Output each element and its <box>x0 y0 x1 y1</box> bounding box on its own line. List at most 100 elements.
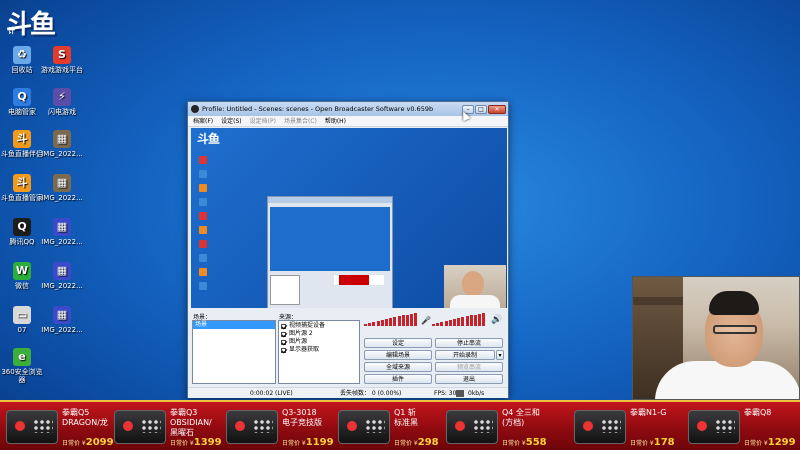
arcade-stick-icon <box>226 410 278 444</box>
desktop-volume-meter[interactable] <box>432 312 488 326</box>
volume-bar <box>453 319 456 326</box>
fps-readout: FPS: 30 <box>434 390 457 397</box>
product-ad: 拳霸N1-G 日常价 ¥178 <box>572 402 682 450</box>
menu-settings[interactable]: 设定(S) <box>221 116 242 126</box>
plugins-button[interactable]: 插件 <box>364 374 432 384</box>
product-ad: Q3-3018 电子竞技版 日常价 ¥1199 <box>224 402 334 450</box>
desktop-icon-label: 回收站 <box>11 66 33 74</box>
settings-button[interactable]: 设定 <box>364 338 432 348</box>
product-name: Q3-3018 电子竞技版 <box>282 408 322 427</box>
desktop-icon[interactable]: ▦ IMG_2022... <box>38 130 86 170</box>
desktop-icon[interactable]: ▦ IMG_2022... <box>38 174 86 214</box>
source-item[interactable]: 显示器获取 <box>281 346 357 354</box>
volume-bar <box>389 318 393 326</box>
scene-item[interactable]: 场景 <box>193 321 275 329</box>
checkbox-icon[interactable] <box>281 323 286 329</box>
image-file-icon: ▦ <box>53 174 71 192</box>
microphone-icon[interactable]: 🎤 <box>421 316 431 326</box>
image-file-icon: ▦ <box>53 306 71 324</box>
desktop-icon-label: 腾讯QQ <box>9 238 35 246</box>
product-name: 拳霸Q8 <box>744 408 772 417</box>
desktop-icon-label: 闪电游戏 <box>48 108 76 116</box>
dropped-frames: 丢失帧数： 0 (0.00%) <box>340 390 402 397</box>
desktop-icon-label: 微信 <box>15 282 29 290</box>
desktop-icon-label: 斗鱼直播管家 <box>1 194 43 202</box>
arcade-stick-icon <box>446 410 498 444</box>
douyu-logo: 斗鱼 计 <box>6 4 86 40</box>
product-price: 日常价 ¥178 <box>630 437 675 448</box>
volume-bar <box>368 323 372 326</box>
qq-icon: Q <box>13 218 31 236</box>
menu-scene-collection[interactable]: 场景集合(C) <box>284 116 317 126</box>
volume-bar <box>376 321 380 326</box>
speaker-icon[interactable]: 🔊 <box>491 315 502 325</box>
product-price: 日常价 ¥2099 <box>62 437 114 448</box>
source-list[interactable]: 视频捕捉设备 图片源 2 图片源 显示器获取 <box>278 320 360 384</box>
maximize-icon[interactable]: □ <box>475 104 487 114</box>
source-item[interactable]: 图片源 2 <box>281 330 357 338</box>
start-recording-button[interactable]: 开始录制 <box>435 350 495 360</box>
volume-bar <box>440 322 444 326</box>
product-name: 拳霸N1-G <box>630 408 667 417</box>
arcade-stick-icon <box>574 410 626 444</box>
desktop-icon-label: 07 <box>17 326 27 334</box>
menu-profiles[interactable]: 设定档(P) <box>250 116 276 126</box>
product-price: 日常价 ¥1399 <box>170 437 222 448</box>
preview-desktop-icons <box>197 156 227 296</box>
volume-bar <box>444 321 448 326</box>
obs-title: Profile: Untitled - Scenes: scenes - Ope… <box>202 105 434 113</box>
stream-status-indicator <box>456 390 464 397</box>
desktop-icon-label: IMG_2022... <box>41 326 83 334</box>
webcam-overlay <box>632 276 800 400</box>
desktop-icon-label: IMG_2022... <box>41 238 83 246</box>
product-price: 日常价 ¥1299 <box>744 437 796 448</box>
arcade-stick-icon <box>338 410 390 444</box>
product-ad: 拳霸Q8 日常价 ¥1299 <box>686 402 796 450</box>
image-file-icon: ▦ <box>53 130 71 148</box>
pc-manager-icon: Q <box>13 88 31 106</box>
volume-bar <box>465 316 469 326</box>
checkbox-icon[interactable] <box>281 339 286 345</box>
browser-360-icon: e <box>13 348 31 366</box>
edit-scene-button[interactable]: 编辑场景 <box>364 350 432 360</box>
preview-stream-button[interactable]: 预览串流 <box>435 362 503 372</box>
obs-window[interactable]: Profile: Untitled - Scenes: scenes - Ope… <box>187 101 509 398</box>
desktop-icon[interactable]: e 360安全浏览器 <box>0 348 46 388</box>
menu-help[interactable]: 帮助(H) <box>325 116 346 126</box>
volume-bar <box>461 317 465 326</box>
desktop-icon[interactable]: ⚡ 闪电游戏 <box>38 88 86 128</box>
scene-list[interactable]: 场景 <box>192 320 276 384</box>
desktop-icon-label: 360安全浏览器 <box>1 368 43 384</box>
mic-volume-meter[interactable] <box>364 312 420 326</box>
product-name: 拳霸Q5 DRAGON/龙 <box>62 408 108 427</box>
stop-stream-button[interactable]: 停止串流 <box>435 338 503 348</box>
volume-bar <box>474 314 477 326</box>
desktop-icon[interactable]: ▦ IMG_2022... <box>38 262 86 302</box>
product-ad: Q1 斩 标准黑 日常价 ¥298 <box>336 402 446 450</box>
checkbox-icon[interactable] <box>281 331 286 337</box>
global-sources-button[interactable]: 全域来源 <box>364 362 432 372</box>
volume-bar <box>364 324 367 326</box>
source-item[interactable]: 视频捕捉设备 <box>281 322 357 330</box>
obs-menubar: 档案(F) 设定(S) 设定档(P) 场景集合(C) 帮助(H) <box>188 116 508 127</box>
status-bar: 0:00:02 (LIVE) 丢失帧数： 0 (0.00%) FPS: 30 0… <box>188 387 508 398</box>
desktop-icon-label: 电脑管家 <box>8 108 36 116</box>
desktop-icon-label: 游戏游戏平台 <box>41 66 83 74</box>
desktop-icon[interactable]: S 游戏游戏平台 <box>38 46 86 86</box>
product-ad-strip: 拳霸Q5 DRAGON/龙日常价 ¥2099 拳霸Q3 OBSIDIAN/ 黑曜石… <box>0 400 800 450</box>
preview-webcam <box>444 265 506 308</box>
bitrate-readout: 0kb/s <box>468 390 485 397</box>
source-item[interactable]: 图片源 <box>281 338 357 346</box>
douyu-manager-icon: 斗 <box>13 174 31 192</box>
volume-bar <box>393 317 397 326</box>
volume-bar <box>380 320 384 326</box>
desktop-icon[interactable]: ▦ IMG_2022... <box>38 218 86 258</box>
desktop-icon[interactable]: ▦ IMG_2022... <box>38 306 86 346</box>
image-file-icon: ▦ <box>53 218 71 236</box>
product-ad: 拳霸Q3 OBSIDIAN/ 黑曜石 日常价 ¥1399 <box>112 402 222 450</box>
recording-dropdown-icon[interactable]: ▾ <box>496 350 504 360</box>
checkbox-icon[interactable] <box>281 347 286 353</box>
close-icon[interactable]: ✕ <box>488 104 506 114</box>
menu-file[interactable]: 档案(F) <box>193 116 213 126</box>
exit-button[interactable]: 退出 <box>435 374 503 384</box>
